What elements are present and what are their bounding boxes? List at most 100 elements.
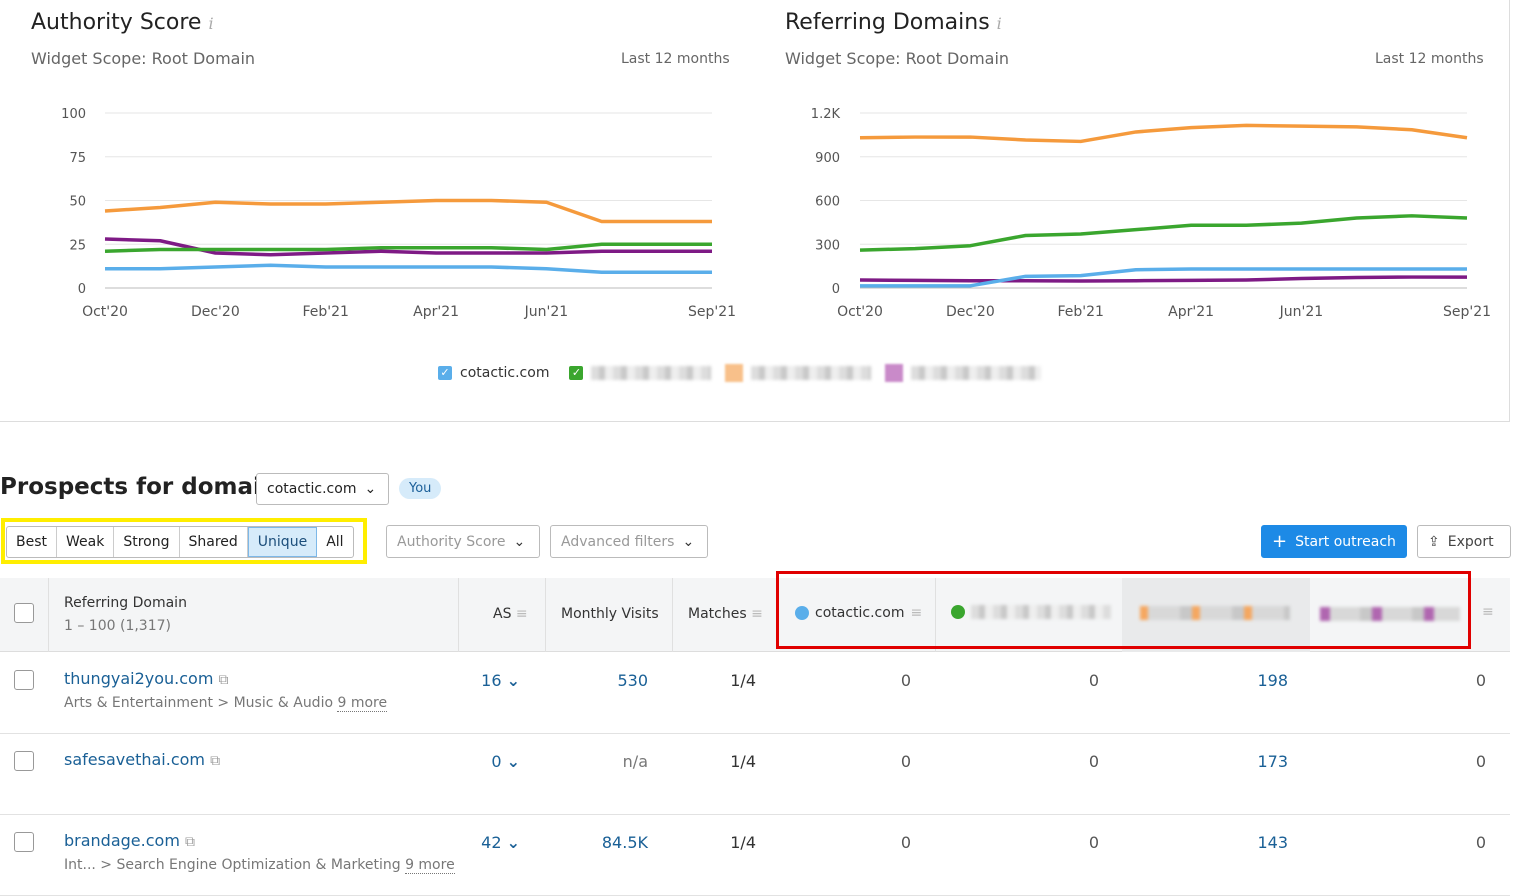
competitor-1-value: 0 bbox=[1088, 671, 1099, 690]
x-tick-label: Sep'21 bbox=[1443, 304, 1491, 320]
tab-strong[interactable]: Strong bbox=[114, 527, 180, 557]
matches: 1/4 bbox=[730, 671, 756, 690]
cotactic-value: 0 bbox=[900, 833, 911, 852]
x-tick-label: Feb'21 bbox=[1058, 304, 1104, 320]
you-badge: You bbox=[399, 478, 442, 499]
checkbox-checked-icon[interactable]: ✓ bbox=[569, 366, 584, 380]
monthly-visits: 84.5K bbox=[601, 833, 648, 852]
x-tick-label: Apr'21 bbox=[1168, 304, 1214, 320]
y-tick-label: 300 bbox=[815, 238, 840, 253]
chart-legend: ✓ cotactic.com ✓ bbox=[438, 364, 1042, 382]
chevron-down-icon: ⌄ bbox=[364, 481, 377, 497]
charts: 0 25 50 75 100 Oct'20 Dec'20 Feb'21 Apr'21 Jun'21… bbox=[61, 107, 1491, 320]
blurred-competitor bbox=[751, 366, 872, 380]
series-line bbox=[104, 198, 712, 224]
chevron-down-icon: ⌄ bbox=[506, 833, 520, 852]
sort-icon: ≡ bbox=[515, 606, 528, 622]
competitor-3-value: 0 bbox=[1475, 752, 1486, 771]
competitor-1-value: 0 bbox=[1088, 752, 1099, 771]
x-tick-label: Jun'21 bbox=[524, 304, 569, 320]
col-as[interactable]: AS ≡ bbox=[493, 606, 528, 622]
export-button[interactable]: ⇪ Export bbox=[1417, 525, 1511, 558]
table-row: safesavethai.com ⧉ 0 ⌄ n/a 1/4 0 0 173 0 bbox=[0, 734, 1510, 815]
checkbox-icon[interactable] bbox=[725, 364, 744, 382]
row-checkbox[interactable] bbox=[14, 670, 34, 690]
tab-weak[interactable]: Weak bbox=[57, 527, 115, 557]
prospect-tabs: Best Weak Strong Shared Unique All bbox=[6, 526, 354, 558]
y-tick-label: 25 bbox=[69, 238, 86, 253]
x-tick-label: Dec'20 bbox=[946, 304, 995, 320]
y-tick-label: 0 bbox=[78, 282, 86, 297]
advanced-filters[interactable]: Advanced filters ⌄ bbox=[550, 525, 708, 558]
sort-icon: ≡ bbox=[751, 606, 763, 622]
as-value[interactable]: 0 ⌄ bbox=[491, 752, 520, 771]
y-tick-label: 900 bbox=[815, 151, 840, 166]
tab-all[interactable]: All bbox=[317, 527, 352, 557]
cotactic-value: 0 bbox=[900, 671, 911, 690]
blurred-competitor bbox=[591, 366, 712, 380]
tab-shared[interactable]: Shared bbox=[180, 527, 248, 557]
x-tick-label: Apr'21 bbox=[413, 304, 459, 320]
y-tick-label: 600 bbox=[815, 195, 840, 210]
domain-link[interactable]: thungyai2you.com bbox=[64, 669, 213, 688]
table-row: brandage.com ⧉ Int... > Search Engine Op… bbox=[0, 815, 1510, 896]
external-link-icon[interactable]: ⧉ bbox=[185, 834, 195, 850]
col-matches[interactable]: Matches ≡ bbox=[688, 606, 763, 622]
chevron-down-icon: ⌄ bbox=[506, 752, 520, 771]
series-line bbox=[859, 275, 1467, 283]
y-tick-label: 100 bbox=[61, 107, 86, 122]
chevron-down-icon: ⌄ bbox=[513, 533, 526, 550]
x-tick-label: Oct'20 bbox=[837, 304, 883, 320]
y-tick-label: 1.2K bbox=[811, 107, 841, 122]
series-line bbox=[859, 123, 1468, 144]
highlight-box bbox=[776, 571, 1471, 649]
domain-select[interactable]: cotactic.com ⌄ bbox=[256, 473, 389, 505]
plus-icon: + bbox=[1272, 531, 1288, 552]
chevron-down-icon: ⌄ bbox=[682, 533, 695, 550]
blurred-competitor bbox=[911, 366, 1042, 380]
as-value[interactable]: 16 ⌄ bbox=[481, 671, 520, 690]
tab-unique[interactable]: Unique bbox=[247, 527, 318, 557]
matches: 1/4 bbox=[730, 752, 756, 771]
row-count: 1 – 100 (1,317) bbox=[64, 618, 171, 634]
series-line bbox=[105, 263, 712, 274]
divider bbox=[0, 421, 1510, 422]
col-referring-domain[interactable]: Referring Domain bbox=[64, 595, 187, 611]
competitor-2-value[interactable]: 143 bbox=[1257, 833, 1288, 852]
row-checkbox[interactable] bbox=[14, 751, 34, 771]
y-tick-label: 0 bbox=[832, 282, 840, 297]
competitor-2-value[interactable]: 173 bbox=[1257, 752, 1288, 771]
chevron-down-icon: ⌄ bbox=[506, 671, 520, 690]
competitor-1-value: 0 bbox=[1088, 833, 1099, 852]
external-link-icon[interactable]: ⧉ bbox=[210, 753, 220, 769]
checkbox-checked-icon[interactable]: ✓ bbox=[438, 366, 452, 380]
x-tick-label: Oct'20 bbox=[82, 304, 128, 320]
start-outreach-button[interactable]: + Start outreach bbox=[1261, 525, 1407, 558]
y-tick-label: 50 bbox=[69, 195, 86, 210]
as-value[interactable]: 42 ⌄ bbox=[481, 833, 520, 852]
domain-link[interactable]: safesavethai.com bbox=[64, 750, 205, 769]
competitor-3-value: 0 bbox=[1475, 833, 1486, 852]
x-tick-label: Sep'21 bbox=[688, 304, 736, 320]
competitor-2-value[interactable]: 198 bbox=[1257, 671, 1288, 690]
section-title: Prospects for domain: bbox=[0, 474, 287, 500]
authority-score-filter[interactable]: Authority Score ⌄ bbox=[386, 525, 540, 558]
series-line bbox=[859, 214, 1468, 252]
x-tick-label: Dec'20 bbox=[191, 304, 240, 320]
checkbox-icon[interactable] bbox=[885, 364, 904, 382]
x-tick-label: Feb'21 bbox=[303, 304, 349, 320]
tab-best[interactable]: Best bbox=[7, 527, 58, 557]
competitor-3-value: 0 bbox=[1475, 671, 1486, 690]
select-all-checkbox[interactable] bbox=[14, 603, 34, 623]
external-link-icon[interactable]: ⧉ bbox=[219, 672, 229, 688]
row-checkbox[interactable] bbox=[14, 832, 34, 852]
domain-link[interactable]: brandage.com bbox=[64, 831, 180, 850]
x-tick-label: Jun'21 bbox=[1279, 304, 1324, 320]
category: Int... > Search Engine Optimization & Ma… bbox=[64, 857, 401, 873]
more-link[interactable]: 9 more bbox=[405, 857, 455, 874]
sort-icon[interactable]: ≡ bbox=[1482, 604, 1494, 620]
table-row: thungyai2you.com ⧉ Arts & Entertainment … bbox=[0, 653, 1510, 734]
y-tick-label: 75 bbox=[69, 151, 86, 166]
more-link[interactable]: 9 more bbox=[337, 695, 388, 712]
col-monthly-visits[interactable]: Monthly Visits bbox=[561, 606, 659, 622]
